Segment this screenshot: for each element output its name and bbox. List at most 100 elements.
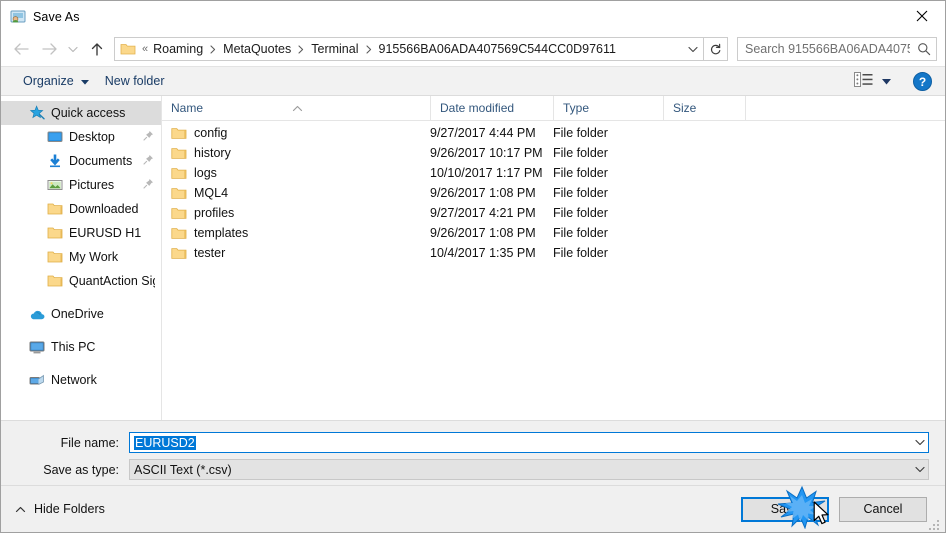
sidebar-item-label: Downloaded [69, 202, 139, 216]
breadcrumb: « Roaming MetaQuotes Terminal 915566BA06… [140, 42, 683, 56]
file-name-label: File name: [60, 435, 119, 450]
folder-icon [171, 227, 187, 240]
sidebar-item-this-pc[interactable]: This PC [1, 335, 161, 359]
file-rows: config 9/27/2017 4:44 PM File folder histor… [162, 121, 945, 420]
file-date-cell: 9/26/2017 10:17 PM [430, 146, 543, 160]
file-date-cell: 9/26/2017 1:08 PM [430, 226, 536, 240]
breadcrumb-chevron-icon[interactable] [206, 44, 220, 54]
sidebar-item-label: Desktop [69, 130, 115, 144]
sidebar-item-onedrive[interactable]: OneDrive [1, 302, 161, 326]
chevron-down-icon[interactable] [911, 460, 928, 479]
sidebar-item-documents[interactable]: Documents [1, 149, 161, 173]
sidebar-item-label: Network [51, 373, 97, 387]
file-name-text[interactable]: EURUSD2 [130, 435, 911, 450]
column-headers: Name Date modified Type Size [162, 95, 945, 121]
address-chevron-down-icon[interactable] [683, 38, 703, 60]
sidebar-item-label: OneDrive [51, 307, 104, 321]
folder-icon [171, 167, 187, 180]
sidebar-item-quantaction-signal[interactable]: QuantAction Signal [1, 269, 161, 293]
sidebar-item-pictures[interactable]: Pictures [1, 173, 161, 197]
file-date-cell: 9/27/2017 4:21 PM [430, 206, 536, 220]
pin-icon[interactable] [143, 154, 155, 168]
column-header-name[interactable]: Name [162, 96, 430, 121]
save-as-type-value: ASCII Text (*.csv) [134, 462, 232, 477]
help-button[interactable]: ? [907, 69, 937, 93]
new-folder-button[interactable]: New folder [97, 69, 173, 93]
forward-arrow-icon[interactable] [35, 36, 63, 62]
breadcrumb-item-roaming[interactable]: Roaming [150, 42, 206, 56]
navigation-sidebar: Quick access Desktop Documents Pictures Down… [1, 96, 161, 420]
sidebar-item-desktop[interactable]: Desktop [1, 125, 161, 149]
folder-icon [171, 147, 187, 160]
recent-locations-chevron-down-icon[interactable] [63, 36, 83, 62]
file-type-cell: File folder [553, 166, 608, 180]
back-arrow-icon[interactable] [7, 36, 35, 62]
table-row[interactable]: history 9/26/2017 10:17 PM File folder [162, 143, 945, 163]
column-header-size[interactable]: Size [663, 95, 746, 121]
new-folder-label: New folder [104, 74, 165, 88]
table-row[interactable]: logs 10/10/2017 1:17 PM File folder [162, 163, 945, 183]
file-name-cell: MQL4 [162, 186, 430, 200]
window-title: Save As [33, 9, 80, 24]
sidebar-item-quick-access[interactable]: Quick access [1, 101, 161, 125]
breadcrumb-item-metaquotes[interactable]: MetaQuotes [220, 42, 294, 56]
table-row[interactable]: profiles 9/27/2017 4:21 PM File folder [162, 203, 945, 223]
sidebar-item-eurusd-h1[interactable]: EURUSD H1 [1, 221, 161, 245]
chevron-down-icon [80, 74, 89, 88]
table-row[interactable]: tester 10/4/2017 1:35 PM File folder [162, 243, 945, 263]
save-as-type-label: Save as type: [43, 462, 119, 477]
sidebar-item-label: Quick access [51, 106, 126, 120]
sidebar-item-label: EURUSD H1 [69, 226, 142, 240]
save-button[interactable]: Save [741, 496, 829, 522]
file-name-cell: history [162, 146, 430, 160]
organize-button[interactable]: Organize [15, 69, 97, 93]
save-as-app-icon [10, 9, 26, 25]
file-date-cell: 10/4/2017 1:35 PM [430, 246, 536, 260]
up-arrow-icon[interactable] [83, 36, 111, 62]
breadcrumb-item-terminal[interactable]: Terminal [308, 42, 361, 56]
file-type-cell: File folder [553, 206, 608, 220]
cancel-button[interactable]: Cancel [839, 496, 927, 522]
breadcrumb-overflow[interactable]: « [140, 43, 150, 55]
file-date-cell: 9/26/2017 1:08 PM [430, 186, 536, 200]
search-input[interactable] [738, 41, 912, 57]
sidebar-item-my-work[interactable]: My Work [1, 245, 161, 269]
cancel-button-label: Cancel [863, 502, 903, 516]
pin-icon[interactable] [143, 130, 155, 144]
search-icon[interactable] [912, 38, 936, 60]
list-view-icon [854, 72, 873, 90]
chevron-down-icon[interactable] [911, 433, 928, 452]
breadcrumb-item-terminal-id[interactable]: 915566BA06ADA407569C544CC0D97611 [376, 42, 619, 56]
dialog-body: Quick access Desktop Documents Pictures Down… [1, 95, 945, 421]
close-button[interactable] [899, 1, 945, 31]
breadcrumb-chevron-icon[interactable] [294, 44, 308, 54]
table-row[interactable]: templates 9/26/2017 1:08 PM File folder [162, 223, 945, 243]
pin-icon[interactable] [143, 178, 155, 192]
table-row[interactable]: MQL4 9/26/2017 1:08 PM File folder [162, 183, 945, 203]
file-name-input[interactable]: EURUSD2 [129, 432, 929, 453]
sidebar-item-downloaded[interactable]: Downloaded [1, 197, 161, 221]
file-name-text: logs [194, 166, 217, 180]
command-bar: Organize New folder ? [1, 66, 945, 96]
resize-grip-icon[interactable] [929, 517, 942, 530]
file-type-cell: File folder [553, 186, 608, 200]
title-bar: Save As [1, 1, 945, 32]
column-header-type[interactable]: Type [553, 95, 663, 121]
file-name-cell: config [162, 126, 430, 140]
star-pin-icon [29, 105, 45, 121]
search-box[interactable] [737, 37, 937, 61]
save-as-type-select[interactable]: ASCII Text (*.csv) [129, 459, 929, 480]
refresh-icon[interactable] [704, 37, 728, 61]
hide-folders-button[interactable]: Hide Folders [15, 502, 105, 516]
onedrive-icon [29, 306, 45, 322]
change-view-button[interactable] [850, 69, 895, 93]
address-bar[interactable]: « Roaming MetaQuotes Terminal 915566BA06… [114, 37, 704, 61]
breadcrumb-chevron-icon[interactable] [362, 44, 376, 54]
column-header-date-modified[interactable]: Date modified [430, 95, 553, 121]
file-type-cell: File folder [553, 146, 608, 160]
sidebar-item-network[interactable]: Network [1, 368, 161, 392]
dialog-footer: Hide Folders Save Cancel [1, 486, 945, 532]
save-as-type-row: Save as type: ASCII Text (*.csv) [17, 459, 929, 480]
table-row[interactable]: config 9/27/2017 4:44 PM File folder [162, 123, 945, 143]
